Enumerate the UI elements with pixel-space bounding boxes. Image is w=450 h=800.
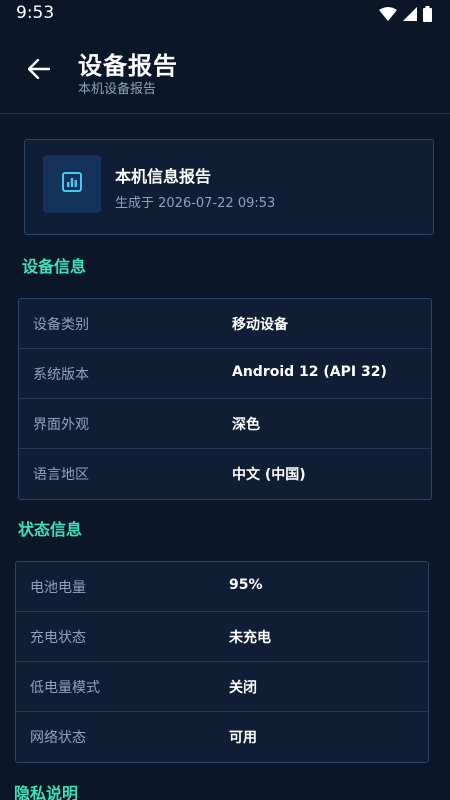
info-row-locale: 语言地区 中文 (中国) xyxy=(19,449,431,499)
back-button[interactable] xyxy=(20,54,58,88)
status-info-heading: 状态信息 xyxy=(18,520,83,539)
info-value: 关闭 xyxy=(229,680,257,696)
page-subtitle: 本机设备报告 xyxy=(78,82,157,97)
info-label: 界面外观 xyxy=(33,417,89,433)
info-row-appearance: 界面外观 深色 xyxy=(19,399,431,449)
info-label: 系统版本 xyxy=(33,367,89,383)
info-value: 深色 xyxy=(232,417,260,433)
status-info-table: 电池电量 95% 充电状态 未充电 低电量模式 关闭 网络状态 可用 xyxy=(15,561,429,763)
info-value: 可用 xyxy=(229,730,257,746)
status-bar: 9:53 xyxy=(0,0,450,28)
info-row-system-version: 系统版本 Android 12 (API 32) xyxy=(19,349,431,399)
info-value: 移动设备 xyxy=(232,317,288,333)
status-icons xyxy=(379,6,432,22)
privacy-heading: 隐私说明 xyxy=(14,784,79,800)
signal-icon xyxy=(403,7,417,21)
info-label: 电池电量 xyxy=(30,580,86,596)
info-row-charging-status: 充电状态 未充电 xyxy=(16,612,428,662)
info-label: 设备类别 xyxy=(33,317,89,333)
battery-icon xyxy=(423,6,432,22)
page-title: 设备报告 xyxy=(78,52,178,80)
info-label: 网络状态 xyxy=(30,730,86,746)
report-title: 本机信息报告 xyxy=(115,167,212,186)
info-value: 中文 (中国) xyxy=(232,467,306,483)
info-label: 低电量模式 xyxy=(30,680,100,696)
device-info-heading: 设备信息 xyxy=(22,257,87,276)
info-row-battery-level: 电池电量 95% xyxy=(16,562,428,612)
info-row-device-type: 设备类别 移动设备 xyxy=(19,299,431,349)
info-value: 未充电 xyxy=(229,630,271,646)
info-row-low-power-mode: 低电量模式 关闭 xyxy=(16,662,428,712)
info-label: 充电状态 xyxy=(30,630,86,646)
info-label: 语言地区 xyxy=(33,467,89,483)
info-row-network-status: 网络状态 可用 xyxy=(16,712,428,762)
chart-icon xyxy=(61,171,83,197)
back-arrow-icon xyxy=(27,58,51,83)
report-icon-box xyxy=(43,155,101,213)
report-summary-card: 本机信息报告 生成于 2026-07-22 09:53 xyxy=(24,139,434,235)
info-value: 95% xyxy=(229,577,263,593)
device-info-table: 设备类别 移动设备 系统版本 Android 12 (API 32) 界面外观 … xyxy=(18,298,432,500)
wifi-icon xyxy=(379,7,397,21)
report-generated-time: 生成于 2026-07-22 09:53 xyxy=(115,196,276,211)
info-value: Android 12 (API 32) xyxy=(232,364,387,380)
status-time: 9:53 xyxy=(16,3,55,23)
device-report-screen: 9:53 设备报告 本机设备报告 本机信息报告 生成于 2026-07-22 0… xyxy=(0,0,450,800)
app-header: 设备报告 本机设备报告 xyxy=(0,28,450,114)
